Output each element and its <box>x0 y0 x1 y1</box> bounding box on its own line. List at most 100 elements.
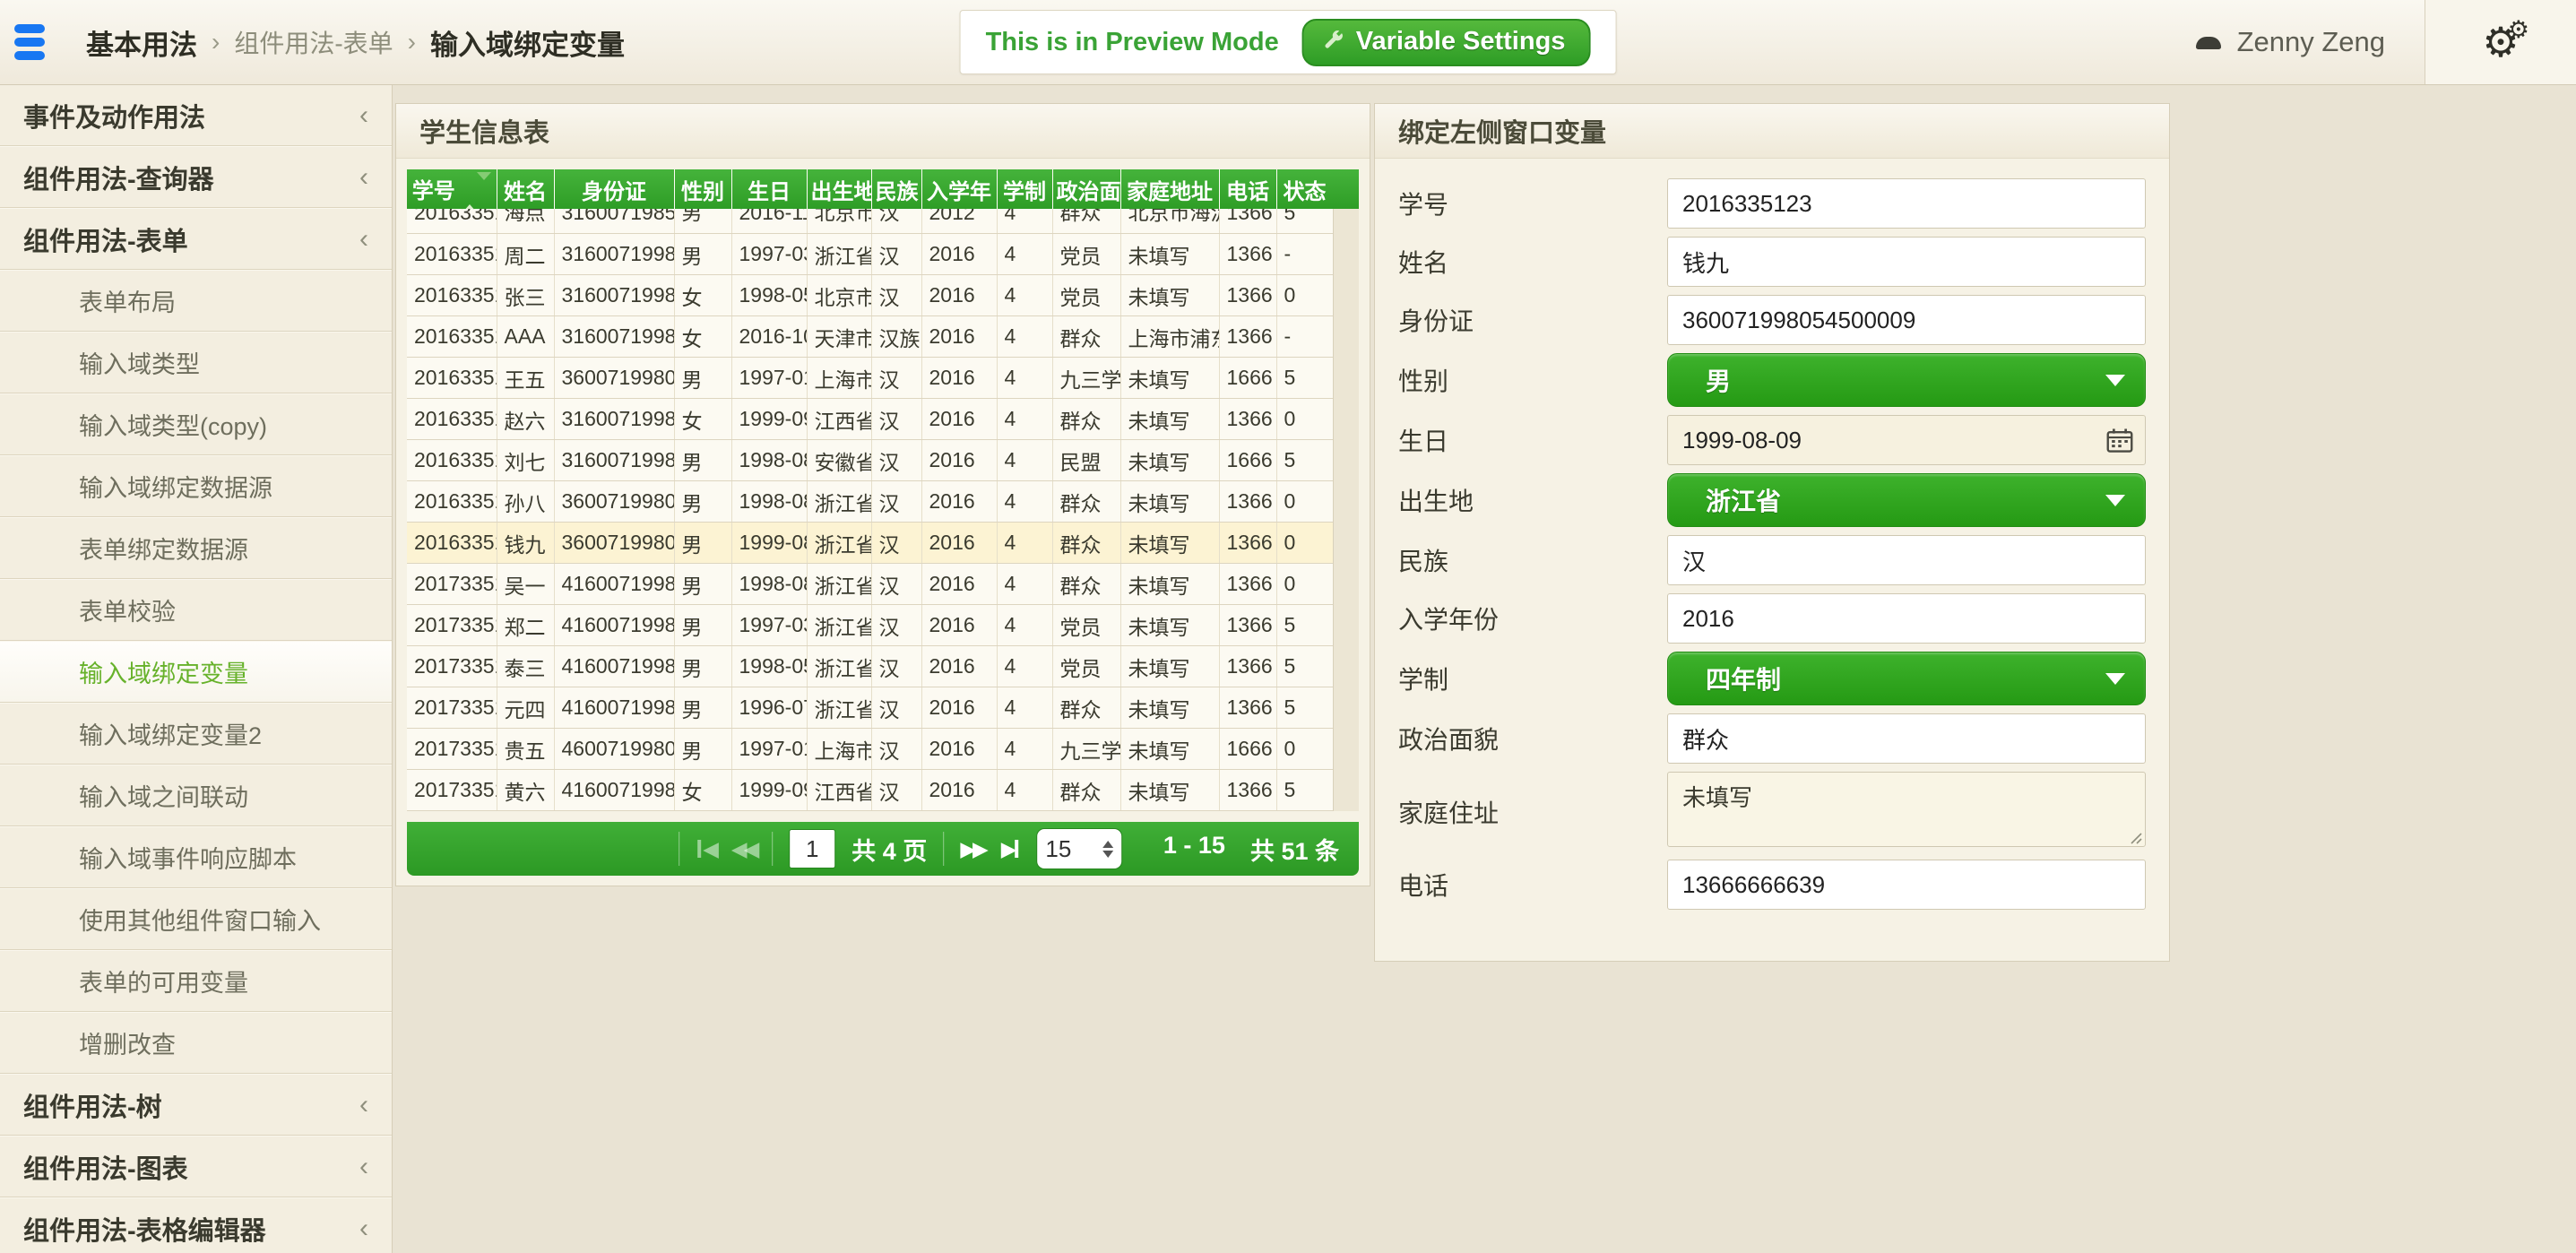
table-cell[interactable]: 汉 <box>871 770 921 811</box>
table-cell[interactable]: 浙江省 <box>807 523 871 564</box>
hamburger-menu-icon[interactable] <box>14 20 54 65</box>
table-cell[interactable]: 未填写 <box>1120 523 1219 564</box>
table-cell[interactable]: 1999-09 <box>731 399 807 440</box>
next-page-button[interactable]: ▶▶ <box>960 837 984 861</box>
table-cell[interactable]: 20163351 <box>407 209 497 234</box>
table-cell[interactable]: 男 <box>674 646 731 687</box>
table-cell[interactable]: 1997-03 <box>731 234 807 275</box>
table-cell[interactable]: - <box>1276 316 1333 358</box>
table-cell[interactable]: 元四 <box>497 687 554 729</box>
table-cell[interactable]: 海点 <box>497 209 554 234</box>
table-cell[interactable]: 未填写 <box>1120 770 1219 811</box>
sidebar-item-2[interactable]: 组件用法-表单‹ <box>0 208 392 270</box>
table-cell[interactable]: 1366 <box>1219 275 1276 316</box>
table-cell[interactable]: 41600719980 <box>554 605 674 646</box>
table-cell[interactable]: 20163351 <box>407 358 497 399</box>
table-cell[interactable]: 江西省 <box>807 399 871 440</box>
table-cell[interactable]: 0 <box>1276 481 1333 523</box>
table-cell[interactable]: 41600719980 <box>554 687 674 729</box>
sidebar-item-5[interactable]: 输入域类型(copy) <box>0 393 392 455</box>
column-header-3[interactable]: 性别 <box>674 169 731 209</box>
table-row-clipped[interactable]: 20163351海点31600719850男2016-11北京市汉20124群众… <box>407 209 1333 234</box>
sidebar-item-12[interactable]: 输入域事件响应脚本 <box>0 826 392 888</box>
table-cell[interactable]: 群众 <box>1052 523 1120 564</box>
table-cell[interactable]: 20163351 <box>407 481 497 523</box>
table-cell[interactable]: 黄六 <box>497 770 554 811</box>
table-cell[interactable]: 1999-09 <box>731 770 807 811</box>
table-cell[interactable]: 1666 <box>1219 440 1276 481</box>
table-row[interactable]: 20163351张三31600719980女1998-05北京市汉20164党员… <box>407 275 1333 316</box>
table-cell[interactable]: 4 <box>997 564 1052 605</box>
table-cell[interactable]: 女 <box>674 399 731 440</box>
table-cell[interactable]: 孙八 <box>497 481 554 523</box>
table-cell[interactable]: 4 <box>997 275 1052 316</box>
table-cell[interactable]: 1997-01 <box>731 358 807 399</box>
table-cell[interactable]: 1997-03 <box>731 605 807 646</box>
table-cell[interactable]: 5 <box>1276 209 1333 234</box>
table-cell[interactable]: 党员 <box>1052 646 1120 687</box>
table-cell[interactable]: 31600719980 <box>554 399 674 440</box>
page-number-input[interactable] <box>789 829 835 868</box>
variable-settings-button[interactable]: Variable Settings <box>1302 19 1591 66</box>
table-row[interactable]: 20173351泰三41600719980男1998-05浙江省汉20164党员… <box>407 646 1333 687</box>
table-cell[interactable]: 男 <box>674 358 731 399</box>
table-cell[interactable]: 2016 <box>921 440 997 481</box>
table-cell[interactable]: 群众 <box>1052 770 1120 811</box>
settings-button[interactable]: ⚙ ⚙ <box>2425 0 2576 84</box>
table-cell[interactable]: 2012 <box>921 209 997 234</box>
table-cell[interactable]: 1998-05 <box>731 275 807 316</box>
field-input-0[interactable] <box>1667 178 2146 229</box>
table-cell[interactable]: 浙江省 <box>807 646 871 687</box>
table-cell[interactable]: 5 <box>1276 770 1333 811</box>
table-cell[interactable]: 未填写 <box>1120 440 1219 481</box>
table-cell[interactable]: 2016 <box>921 729 997 770</box>
table-cell[interactable]: 31600719980 <box>554 275 674 316</box>
table-cell[interactable]: 20173351 <box>407 564 497 605</box>
first-page-button[interactable]: ◀ <box>696 837 715 861</box>
column-header-2[interactable]: 身份证 <box>554 169 674 209</box>
column-header-7[interactable]: 入学年 <box>921 169 997 209</box>
table-cell[interactable]: 男 <box>674 209 731 234</box>
field-input-1[interactable] <box>1667 237 2146 287</box>
table-cell[interactable]: 4 <box>997 729 1052 770</box>
table-cell[interactable]: 赵六 <box>497 399 554 440</box>
table-cell[interactable]: 党员 <box>1052 275 1120 316</box>
table-cell[interactable]: 41600719980 <box>554 646 674 687</box>
table-cell[interactable]: 31600719980 <box>554 234 674 275</box>
table-cell[interactable]: 20163351 <box>407 399 497 440</box>
table-cell[interactable]: 2016 <box>921 481 997 523</box>
table-cell[interactable]: 男 <box>674 481 731 523</box>
table-cell[interactable]: 郑二 <box>497 605 554 646</box>
table-cell[interactable]: 贵五 <box>497 729 554 770</box>
table-cell[interactable]: 4 <box>997 605 1052 646</box>
sidebar-item-17[interactable]: 组件用法-图表‹ <box>0 1136 392 1197</box>
table-cell[interactable]: 2016 <box>921 687 997 729</box>
table-cell[interactable]: 1999-08 <box>731 523 807 564</box>
table-cell[interactable]: 安徽省 <box>807 440 871 481</box>
table-cell[interactable]: 2016-11 <box>731 209 807 234</box>
sidebar-item-7[interactable]: 表单绑定数据源 <box>0 517 392 579</box>
table-cell[interactable]: 36007199805 <box>554 481 674 523</box>
table-cell[interactable]: 钱九 <box>497 523 554 564</box>
breadcrumb-item-root[interactable]: 基本用法 <box>86 22 197 63</box>
table-cell[interactable]: 4 <box>997 770 1052 811</box>
table-cell[interactable]: 1996-07 <box>731 687 807 729</box>
column-header-5[interactable]: 出生地 <box>807 169 871 209</box>
table-cell[interactable]: 未填写 <box>1120 399 1219 440</box>
table-cell[interactable]: 0 <box>1276 564 1333 605</box>
table-cell[interactable]: 0 <box>1276 275 1333 316</box>
table-cell[interactable]: 浙江省 <box>807 481 871 523</box>
table-cell[interactable]: 4 <box>997 316 1052 358</box>
table-row[interactable]: 20173351元四41600719980男1996-07浙江省汉20164群众… <box>407 687 1333 729</box>
table-cell[interactable]: 群众 <box>1052 687 1120 729</box>
table-cell[interactable]: 民盟 <box>1052 440 1120 481</box>
table-cell[interactable]: 1998-08 <box>731 440 807 481</box>
table-cell[interactable]: 1366 <box>1219 770 1276 811</box>
date-field-input[interactable] <box>1667 415 2146 465</box>
table-cell[interactable]: 张三 <box>497 275 554 316</box>
table-cell[interactable]: 北京市海淀区美 <box>1120 209 1219 234</box>
table-cell[interactable]: 5 <box>1276 358 1333 399</box>
table-cell[interactable]: 36007199805 <box>554 358 674 399</box>
table-cell[interactable]: 20173351 <box>407 646 497 687</box>
page-size-select[interactable]: 15 <box>1036 828 1122 869</box>
